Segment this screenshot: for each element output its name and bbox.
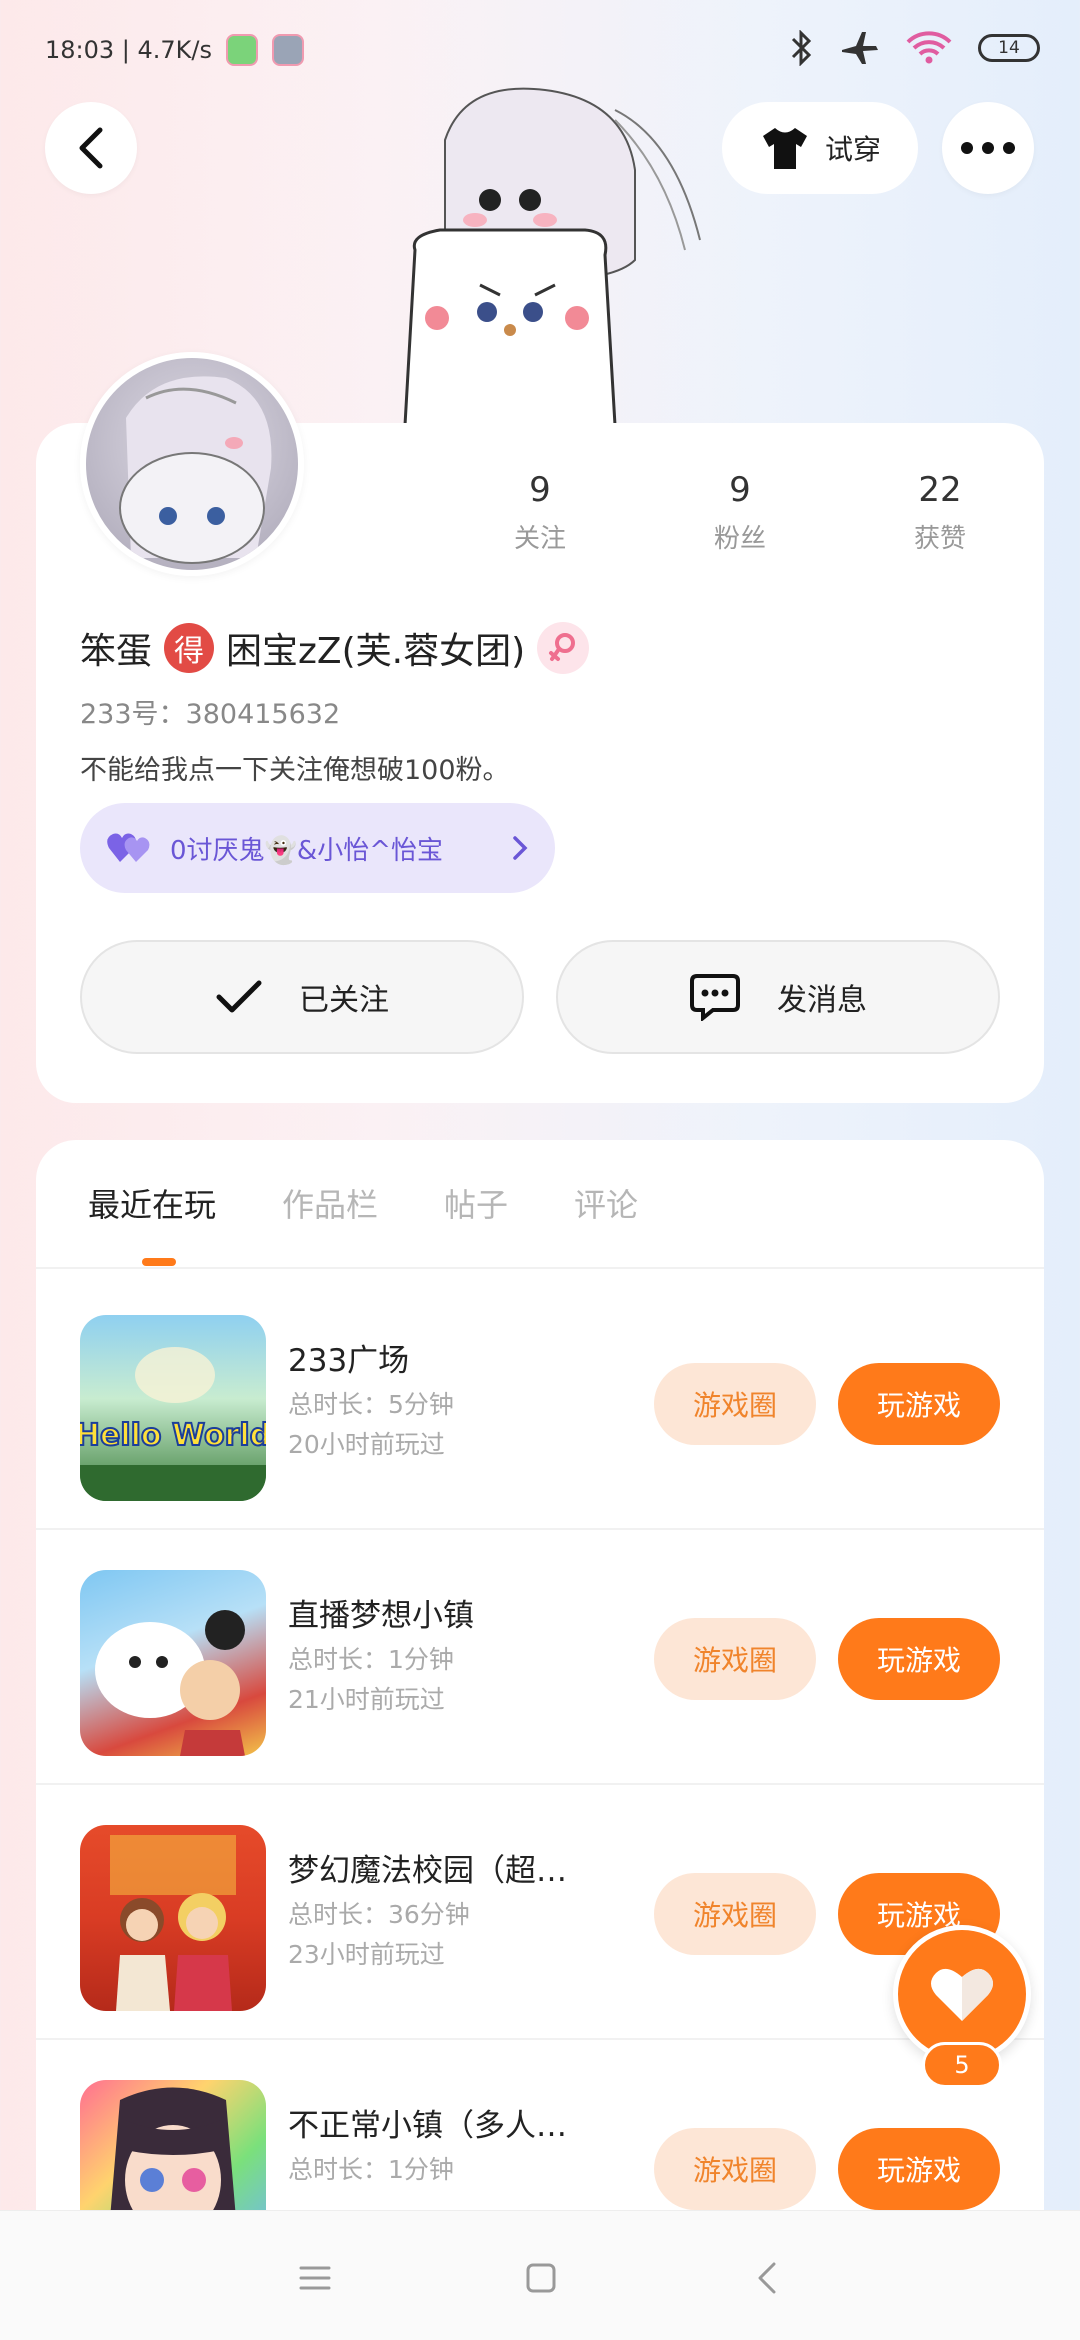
avatar-illustration: [119, 376, 272, 564]
game-duration: 总时长：1分钟: [288, 1645, 454, 1674]
battery-level: 14: [998, 38, 1020, 58]
status-time-speed: 18:03 | 4.7K/s: [45, 36, 213, 64]
game-last-played: 23小时前玩过: [288, 1940, 445, 1969]
chat-bubble-icon: [690, 974, 740, 1021]
system-navigation-bar: [0, 2210, 1080, 2340]
game-thumbnail-text: Hello World: [80, 1418, 266, 1453]
profile-character-illustration: [403, 87, 701, 425]
play-game-button[interactable]: 玩游戏: [838, 2128, 1000, 2210]
bluetooth-icon: [791, 30, 812, 66]
game-duration: 总时长：36分钟: [288, 1900, 470, 1929]
stat-likes[interactable]: 22 获赞: [870, 470, 1010, 555]
game-duration: 总时长：1分钟: [288, 2155, 454, 2184]
tab-works[interactable]: 作品栏: [282, 1180, 378, 1226]
more-options-button[interactable]: [942, 102, 1034, 194]
home-nav-button[interactable]: [516, 2253, 566, 2303]
followed-label: 已关注: [299, 983, 389, 1018]
game-last-played: 21小时前玩过: [288, 1685, 445, 1714]
female-gender-icon: [537, 622, 590, 674]
tab-comments[interactable]: 评论: [574, 1180, 638, 1226]
profile-bio: 不能给我点一下关注俺想破100粉。: [80, 755, 510, 786]
tab-divider: [36, 1267, 1044, 1269]
heart-icon: [931, 1968, 993, 2021]
level-badge: 得: [164, 623, 215, 673]
game-thumbnail-art: [95, 1610, 245, 1756]
nickname-prefix: 笨蛋: [80, 631, 153, 672]
tshirt-icon: [762, 128, 807, 169]
checkmark-icon: [216, 980, 262, 1013]
stat-fans[interactable]: 9 粉丝: [670, 470, 810, 555]
double-heart-icon: [107, 833, 150, 862]
game-title: 梦幻魔法校园（超…: [288, 1853, 567, 1889]
stat-likes-label: 获赞: [913, 524, 966, 554]
cp-text: 0讨厌鬼👻&小怡^怡宝: [170, 835, 443, 866]
game-thumbnail[interactable]: [80, 1825, 266, 2011]
game-circle-button[interactable]: 游戏圈: [654, 1618, 816, 1700]
send-message-button[interactable]: 发消息: [556, 940, 1000, 1054]
like-count-badge: 5: [922, 2042, 1002, 2088]
level-badge-char: 得: [174, 634, 205, 669]
game-row[interactable]: 直播梦想小镇 总时长：1分钟 21小时前玩过 游戏圈 玩游戏: [36, 1530, 1044, 1785]
game-duration: 总时长：5分钟: [288, 1390, 454, 1419]
cp-relationship-pill[interactable]: 0讨厌鬼👻&小怡^怡宝: [80, 803, 555, 893]
stat-following[interactable]: 9 关注: [470, 470, 610, 555]
try-outfit-label: 试穿: [824, 133, 881, 166]
game-last-played: 20小时前玩过: [288, 1430, 445, 1459]
game-circle-button[interactable]: 游戏圈: [654, 1363, 816, 1445]
game-title: 直播梦想小镇: [288, 1598, 474, 1634]
notification-app-icon: [226, 34, 259, 66]
followed-button[interactable]: 已关注: [80, 940, 524, 1054]
game-circle-button[interactable]: 游戏圈: [654, 2128, 816, 2210]
stat-fans-value: 9: [729, 470, 751, 510]
game-thumbnail-art: Hello World: [80, 1347, 266, 1501]
stat-fans-label: 粉丝: [713, 524, 766, 554]
menu-icon: [299, 2266, 331, 2290]
nickname-suffix: 困宝zZ(芙.蓉女团): [226, 631, 526, 672]
status-right: 14: [788, 30, 1040, 66]
back-button[interactable]: [45, 102, 137, 194]
status-left: 18:03 | 4.7K/s: [45, 34, 305, 66]
profile-tabs: 最近在玩 作品栏 帖子 评论: [88, 1180, 638, 1226]
back-arrow-icon: [79, 127, 103, 169]
try-outfit-button[interactable]: 试穿: [722, 102, 918, 194]
wifi-icon: [906, 31, 952, 64]
stat-following-value: 9: [529, 470, 551, 510]
game-row[interactable]: Hello World 233广场 总时长：5分钟 20小时前玩过 游戏圈 玩游…: [36, 1275, 1044, 1530]
menu-nav-button[interactable]: [290, 2253, 340, 2303]
back-nav-button[interactable]: [742, 2253, 792, 2303]
tab-recently-played[interactable]: 最近在玩: [88, 1180, 216, 1226]
stat-likes-value: 22: [918, 470, 962, 510]
game-thumbnail[interactable]: Hello World: [80, 1315, 266, 1501]
play-game-button[interactable]: 玩游戏: [838, 1618, 1000, 1700]
nickname-row: 笨蛋 得 困宝zZ(芙.蓉女团): [80, 622, 590, 674]
battery-icon: 14: [978, 34, 1040, 62]
profile-stats: 9 关注 9 粉丝 22 获赞: [470, 470, 1010, 555]
avatar[interactable]: [80, 352, 304, 576]
send-message-label: 发消息: [777, 983, 867, 1018]
back-triangle-icon: [758, 2262, 776, 2294]
user-id: 233号：380415632: [80, 699, 341, 730]
game-title: 233广场: [288, 1343, 410, 1379]
notification-app-icon-2: [272, 34, 305, 66]
play-game-button[interactable]: 玩游戏: [838, 1363, 1000, 1445]
game-title: 不正常小镇（多人…: [288, 2108, 567, 2144]
active-tab-indicator: [142, 1258, 176, 1266]
more-dots-icon: [961, 142, 1015, 154]
game-circle-button[interactable]: 游戏圈: [654, 1873, 816, 1955]
stat-following-label: 关注: [513, 524, 566, 554]
chevron-right-icon: [513, 836, 528, 860]
game-thumbnail-art: [110, 1835, 236, 2011]
game-thumbnail[interactable]: [80, 1570, 266, 1756]
tab-posts[interactable]: 帖子: [444, 1180, 508, 1226]
airplane-icon: [842, 32, 878, 64]
home-square-icon: [526, 2263, 556, 2293]
